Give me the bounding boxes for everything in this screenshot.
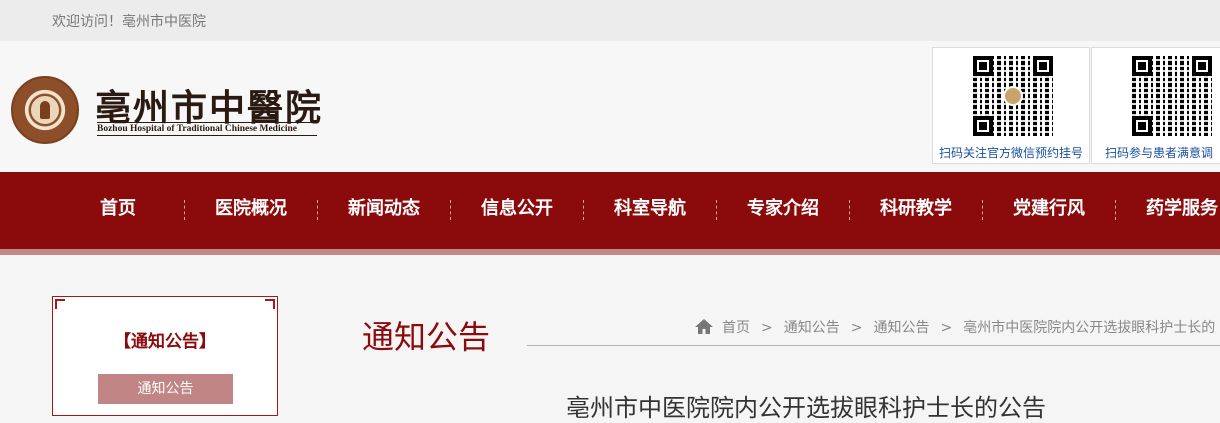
nav-divider xyxy=(184,200,185,220)
breadcrumb-current: 亳州市中医院院内公开选拔眼科护士长的 xyxy=(963,320,1216,336)
article-title: 亳州市中医院院内公开选拔眼科护士长的公告 xyxy=(566,394,1046,422)
nav-divider xyxy=(716,200,717,220)
wechat-qr-caption: 扫码关注官方微信预约挂号 xyxy=(938,146,1083,160)
breadcrumb-notices-sub[interactable]: 通知公告 xyxy=(873,320,929,336)
breadcrumb-notices[interactable]: 通知公告 xyxy=(784,320,840,336)
top-bar: 欢迎访问！亳州市中医院 xyxy=(0,0,1220,41)
nav-divider xyxy=(317,200,318,220)
nav-item-departments[interactable]: 科室导航 xyxy=(600,172,700,245)
breadcrumb-home[interactable]: 首页 xyxy=(722,320,750,336)
page-title: 通知公告 xyxy=(362,318,491,356)
survey-qr-caption: 扫码参与患者满意调 xyxy=(1105,146,1214,160)
breadcrumb-separator: > xyxy=(761,320,773,336)
nav-stripe xyxy=(0,249,1220,255)
survey-qr-code xyxy=(1132,56,1212,136)
wechat-qr-panel: 扫码关注官方微信预约挂号 xyxy=(932,47,1090,164)
nav-divider xyxy=(583,200,584,220)
nav-item-research[interactable]: 科研教学 xyxy=(866,172,966,245)
nav-item-pharmacy[interactable]: 药学服务 xyxy=(1132,172,1220,245)
nav-divider xyxy=(849,200,850,220)
nav-item-home[interactable]: 首页 xyxy=(68,172,168,245)
decorative-corner xyxy=(265,299,275,309)
nav-divider xyxy=(450,200,451,220)
welcome-text: 欢迎访问！亳州市中医院 xyxy=(52,14,206,30)
wechat-qr-code xyxy=(973,56,1053,136)
sidebar-title: 【通知公告】 xyxy=(114,332,216,352)
breadcrumb: 首页 > 通知公告 > 通知公告 > 亳州市中医院院内公开选拔眼科护士长的 xyxy=(694,317,1215,339)
breadcrumb-separator: > xyxy=(850,320,863,336)
nav-item-party[interactable]: 党建行风 xyxy=(999,172,1099,245)
survey-qr-panel: 扫码参与患者满意调 xyxy=(1091,47,1220,164)
decorative-corner xyxy=(55,299,65,309)
nav-item-news[interactable]: 新闻动态 xyxy=(334,172,434,245)
nav-item-disclosure[interactable]: 信息公开 xyxy=(467,172,567,245)
sidebar: 【通知公告】 通知公告 xyxy=(52,296,278,416)
hospital-english-name: Bozhou Hospital of Traditional Chinese M… xyxy=(97,122,317,136)
nav-item-overview[interactable]: 医院概况 xyxy=(201,172,301,245)
nav-divider xyxy=(1115,200,1116,220)
nav-divider xyxy=(982,200,983,220)
breadcrumb-separator: > xyxy=(940,320,953,336)
home-icon[interactable] xyxy=(694,318,714,339)
main-nav: 首页 医院概况 新闻动态 信息公开 科室导航 专家介绍 科研教学 党建行风 药学… xyxy=(0,172,1220,249)
header: 亳州市中醫院 Bozhou Hospital of Traditional Ch… xyxy=(0,41,1220,172)
nav-item-experts[interactable]: 专家介绍 xyxy=(733,172,833,245)
title-divider xyxy=(527,345,1220,346)
hospital-emblem-logo[interactable] xyxy=(11,76,79,144)
